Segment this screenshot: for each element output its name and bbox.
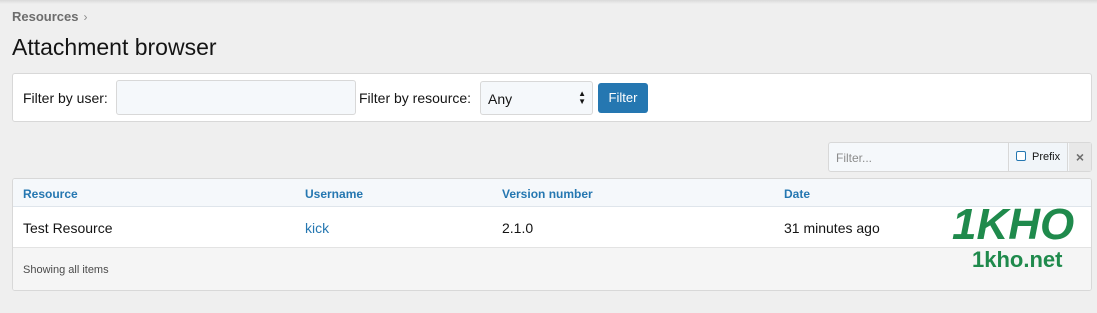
cell-date: 31 minutes ago [784,220,880,236]
table-footer: Showing all items [13,248,1091,290]
clear-icon[interactable]: × [1069,143,1091,171]
select-arrows-icon: ▲ ▼ [578,89,586,106]
attachments-table: Resource Username Version number Date Te… [12,178,1092,291]
column-header-resource[interactable]: Resource [23,187,78,201]
chevron-right-icon: › [83,9,88,24]
checkbox-icon[interactable] [1016,151,1026,161]
top-shadow [0,0,1097,4]
quick-filter: Filter... Prefix × [828,142,1092,172]
page-title: Attachment browser [12,34,217,60]
prefix-label: Prefix [1032,151,1061,163]
filter-user-input[interactable] [116,80,356,115]
filter-user-label: Filter by user: [23,90,108,106]
cell-resource: Test Resource [23,220,113,236]
filter-resource-selected: Any [488,91,513,107]
filter-resource-label: Filter by resource: [359,90,472,106]
table-header: Resource Username Version number Date [13,179,1091,207]
breadcrumb: Resources › [12,9,87,24]
watermark-site-text: 1kho.net [972,247,1063,272]
filter-resource-select[interactable]: Any ▲ ▼ [480,81,593,115]
column-header-version[interactable]: Version number [502,187,593,201]
table-row: Test Resource kick 2.1.0 31 minutes ago [13,207,1091,248]
cell-version: 2.1.0 [502,220,534,236]
filter-button[interactable]: Filter [598,83,648,113]
quick-filter-input[interactable]: Filter... [829,143,1009,171]
watermark-logo: 1KHO 1kho.net [952,200,1074,272]
prefix-toggle[interactable]: Prefix [1010,143,1068,171]
cell-username-link[interactable]: kick [305,220,329,236]
breadcrumb-link-resources[interactable]: Resources [12,9,78,24]
column-header-username[interactable]: Username [305,187,363,201]
column-header-date[interactable]: Date [784,187,810,201]
watermark-logo-text: 1KHO [952,200,1074,249]
table-footer-text: Showing all items [23,264,109,276]
filter-bar: Filter by user: Filter by resource: Any … [12,73,1092,122]
